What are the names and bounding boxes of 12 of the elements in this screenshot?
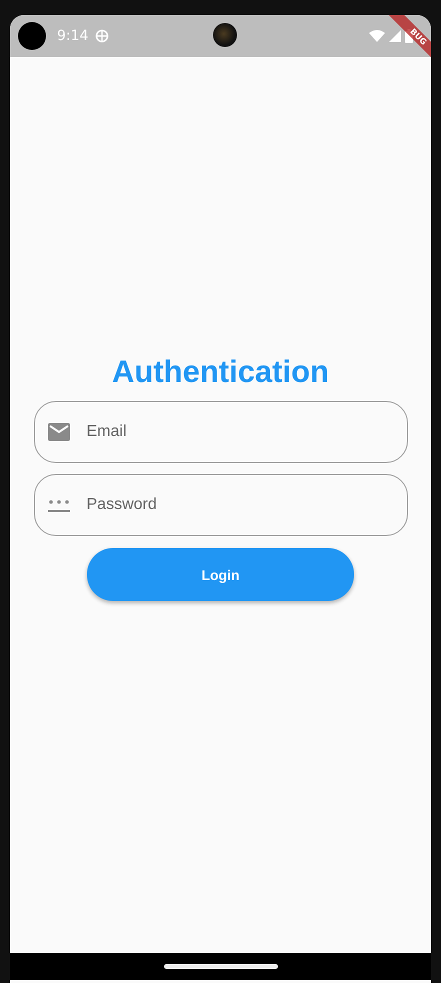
login-button[interactable]: Login	[87, 548, 354, 601]
email-field[interactable]: Email	[34, 401, 408, 463]
password-field[interactable]: Password	[34, 474, 408, 536]
page-title: Authentication	[112, 354, 329, 390]
front-camera-icon	[213, 23, 237, 47]
status-time: 9:14	[57, 28, 88, 44]
home-indicator[interactable]	[164, 964, 278, 969]
wifi-icon	[369, 30, 385, 42]
signal-icon	[389, 30, 401, 42]
mail-icon	[48, 423, 70, 441]
camera-hole-icon	[18, 22, 46, 50]
globe-icon	[95, 29, 110, 43]
